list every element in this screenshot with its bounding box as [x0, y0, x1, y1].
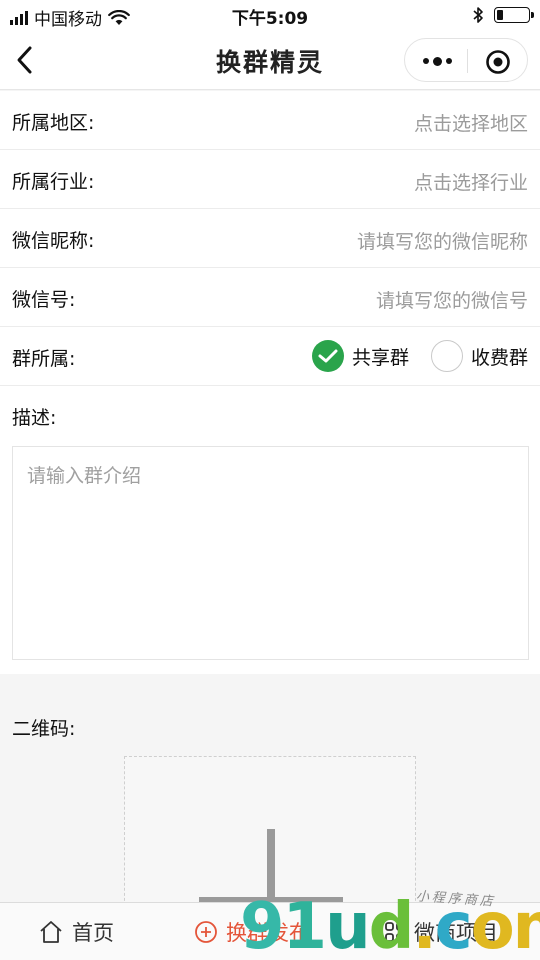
tab-home[interactable]: 首页	[38, 917, 114, 947]
industry-row[interactable]: 所属行业: 点击选择行业	[0, 150, 540, 209]
description-block: 描述:	[0, 386, 540, 674]
app-screen: 中国移动 下午5:09 换群精灵 所属地区: 点击选择地区 所属行业: 点击选择…	[0, 0, 540, 960]
status-right	[472, 6, 534, 24]
tab-projects[interactable]: 微商项目	[384, 917, 498, 947]
tab-publish-label: 换群发布	[226, 921, 310, 945]
radio-shared-group[interactable]: 共享群	[311, 340, 409, 372]
region-row[interactable]: 所属地区: 点击选择地区	[0, 91, 540, 150]
nickname-label: 微信昵称:	[12, 230, 95, 252]
status-time: 下午5:09	[231, 9, 309, 29]
industry-picker[interactable]: 点击选择行业	[414, 168, 528, 195]
wechat-id-label: 微信号:	[12, 289, 76, 311]
tab-publish[interactable]: 换群发布	[194, 917, 310, 947]
wechat-id-row: 微信号: 请填写您的微信号	[0, 268, 540, 327]
tab-home-label: 首页	[72, 921, 114, 945]
radio-paid-group[interactable]: 收费群	[430, 340, 528, 372]
capsule-divider	[467, 49, 468, 73]
plus-icon	[267, 829, 275, 907]
checkmark-icon	[311, 340, 344, 372]
region-label: 所属地区:	[12, 112, 95, 134]
close-miniapp-button[interactable]	[485, 49, 511, 75]
navigation-bar: 换群精灵	[0, 30, 540, 90]
radio-empty-icon	[430, 340, 463, 372]
grid-icon	[385, 922, 405, 942]
nickname-row: 微信昵称: 请填写您的微信昵称	[0, 209, 540, 268]
description-textarea[interactable]	[13, 447, 528, 659]
region-picker[interactable]: 点击选择地区	[414, 109, 528, 136]
group-type-label: 群所属:	[12, 348, 76, 370]
tab-bar: 首页 换群发布 微商项目	[0, 902, 540, 960]
qrcode-label: 二维码:	[12, 718, 76, 740]
dot-icon	[432, 56, 442, 66]
more-options-button[interactable]	[419, 51, 455, 71]
dot-icon	[445, 58, 452, 64]
group-type-row: 群所属: 共享群 收费群	[0, 327, 540, 386]
plus-circle-icon	[195, 921, 217, 943]
radio-paid-label: 收费群	[470, 346, 528, 369]
battery-icon	[494, 7, 534, 23]
description-label: 描述:	[12, 407, 57, 429]
tab-projects-label: 微商项目	[414, 921, 498, 945]
qrcode-upload-button[interactable]	[124, 756, 416, 907]
description-box	[12, 446, 529, 660]
status-bar: 中国移动 下午5:09	[0, 0, 540, 30]
nickname-input[interactable]: 请填写您的微信昵称	[357, 227, 528, 254]
home-icon	[40, 921, 62, 943]
dot-icon	[422, 58, 429, 64]
bluetooth-icon	[473, 7, 483, 23]
miniapp-capsule	[404, 38, 528, 82]
group-type-radio-group: 共享群 收费群	[311, 340, 528, 372]
radio-shared-label: 共享群	[351, 346, 409, 369]
industry-label: 所属行业:	[12, 171, 95, 193]
qrcode-section: 二维码:	[0, 676, 540, 907]
wechat-id-input[interactable]: 请填写您的微信号	[376, 286, 528, 313]
battery-level	[497, 10, 503, 20]
group-publish-form: 所属地区: 点击选择地区 所属行业: 点击选择行业 微信昵称: 请填写您的微信昵…	[0, 91, 540, 674]
